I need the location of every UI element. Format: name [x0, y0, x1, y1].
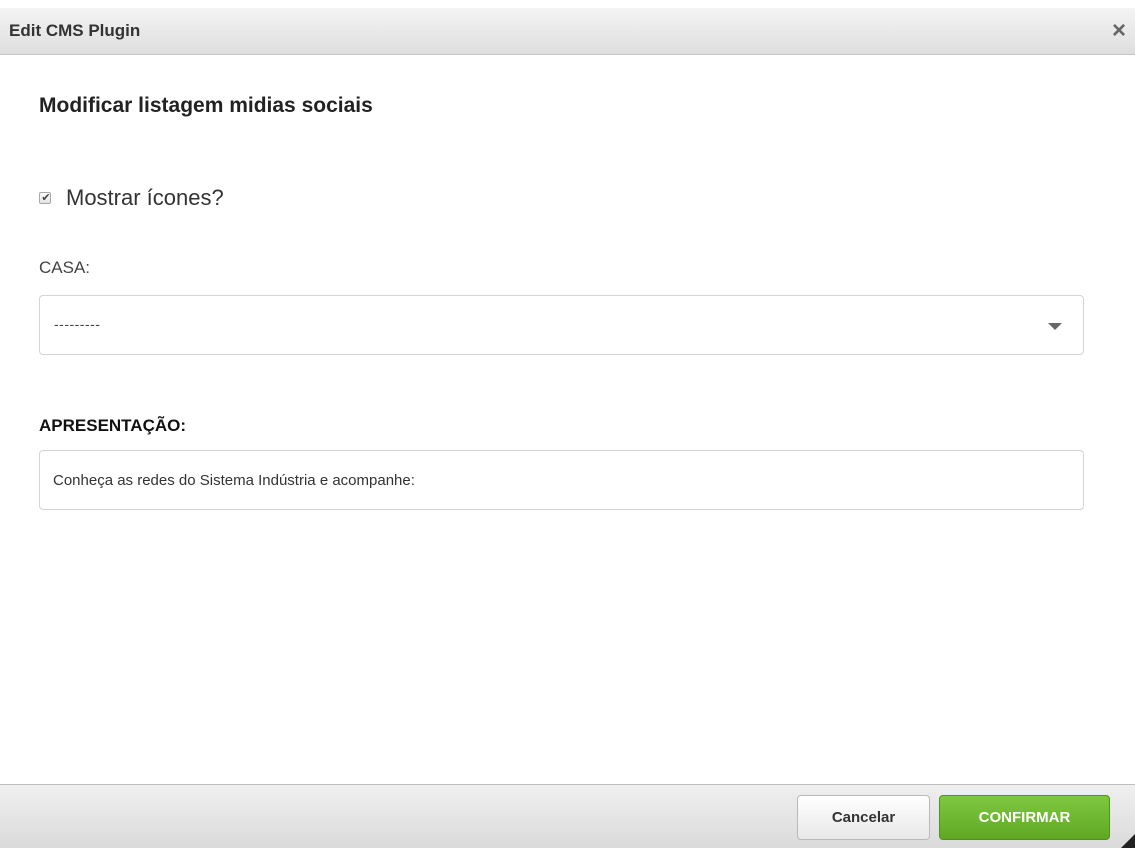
close-icon[interactable]: ×	[1107, 18, 1131, 44]
dialog-content: Modificar listagem midias sociais ✔ Most…	[0, 56, 1135, 784]
page-title: Modificar listagem midias sociais	[39, 94, 373, 117]
dialog-titlebar[interactable]: Edit CMS Plugin ×	[0, 8, 1135, 55]
show-icons-checkbox[interactable]: ✔	[39, 192, 51, 204]
casa-select[interactable]: ---------	[39, 295, 1084, 355]
casa-label: CASA:	[39, 258, 91, 277]
check-icon: ✔	[41, 192, 51, 204]
cancel-button[interactable]: Cancelar	[797, 795, 930, 840]
resize-handle[interactable]	[1121, 834, 1135, 848]
chevron-down-icon	[1048, 323, 1062, 330]
apresentacao-input[interactable]	[39, 450, 1084, 510]
edit-plugin-dialog: Edit CMS Plugin × Modificar listagem mid…	[0, 0, 1135, 848]
dialog-title: Edit CMS Plugin	[9, 21, 141, 40]
casa-selected-value: ---------	[54, 316, 101, 332]
show-icons-label[interactable]: Mostrar ícones?	[66, 185, 224, 211]
dialog-footer: Cancelar CONFIRMAR	[0, 784, 1135, 848]
confirm-button[interactable]: CONFIRMAR	[939, 795, 1110, 840]
show-icons-row: ✔ Mostrar ícones?	[39, 185, 224, 211]
apresentacao-label: APRESENTAÇÃO:	[39, 416, 187, 435]
